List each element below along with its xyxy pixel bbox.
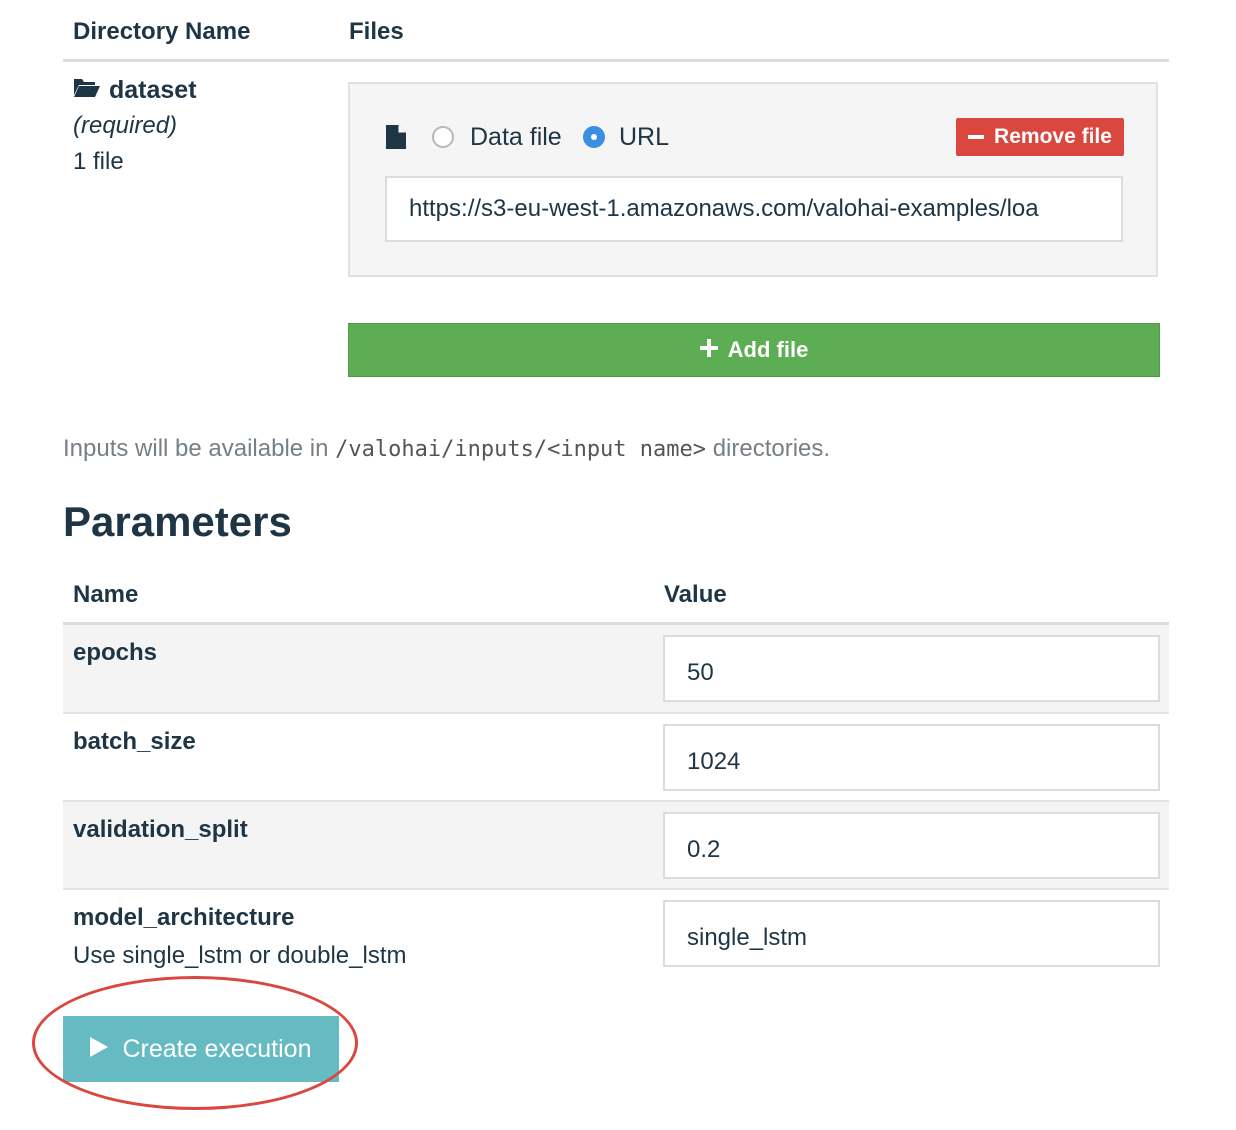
- create-execution-button[interactable]: Create execution: [63, 1016, 339, 1082]
- param-name: epochs: [73, 639, 158, 666]
- table-row: validation_split 0.2: [63, 802, 1169, 890]
- table-row: model_architecture Use single_lstm or do…: [63, 890, 1169, 978]
- minus-icon: [968, 135, 985, 139]
- file-url-input[interactable]: https://s3-eu-west-1.amazonaws.com/valoh…: [385, 176, 1123, 242]
- param-name: validation_split: [73, 816, 248, 843]
- directory-name-label: dataset: [109, 76, 197, 104]
- inputs-help-text: Inputs will be available in /valohai/inp…: [63, 435, 830, 463]
- remove-file-button[interactable]: Remove file: [956, 118, 1124, 156]
- directory-required: (required): [73, 112, 178, 139]
- folder-open-icon: [73, 76, 101, 105]
- header-param-name: Name: [73, 581, 139, 608]
- param-name: batch_size: [73, 728, 196, 755]
- file-icon: [385, 124, 407, 155]
- plus-icon: [699, 337, 718, 363]
- param-name: model_architecture: [73, 904, 295, 931]
- radio-url-label[interactable]: URL: [619, 123, 669, 152]
- help-prefix: Inputs will be available in: [63, 435, 336, 462]
- header-divider: [63, 59, 1169, 62]
- param-value-input[interactable]: 1024: [663, 724, 1160, 791]
- remove-file-label: Remove file: [994, 125, 1112, 148]
- radio-data-file-label[interactable]: Data file: [470, 123, 562, 152]
- param-value-input[interactable]: 0.2: [663, 812, 1160, 879]
- directory-file-count: 1 file: [73, 148, 124, 175]
- header-directory-name: Directory Name: [73, 18, 251, 45]
- table-row: batch_size 1024: [63, 714, 1169, 802]
- param-value-input[interactable]: 50: [663, 635, 1160, 702]
- parameters-title: Parameters: [63, 498, 292, 545]
- directory-name: dataset: [73, 76, 197, 105]
- add-file-label: Add file: [727, 337, 809, 362]
- table-row: epochs 50: [63, 625, 1169, 713]
- help-suffix: directories.: [706, 435, 831, 462]
- header-param-value: Value: [664, 581, 727, 608]
- play-icon: [90, 1035, 109, 1064]
- help-code: /valohai/inputs/<input name>: [335, 437, 707, 462]
- create-execution-label: Create execution: [122, 1034, 312, 1063]
- param-description: Use single_lstm or double_lstm: [73, 942, 407, 969]
- param-value-input[interactable]: single_lstm: [663, 900, 1160, 967]
- header-files: Files: [349, 18, 404, 45]
- radio-url[interactable]: [583, 126, 605, 148]
- add-file-button[interactable]: Add file: [348, 323, 1160, 377]
- radio-data-file[interactable]: [432, 126, 454, 148]
